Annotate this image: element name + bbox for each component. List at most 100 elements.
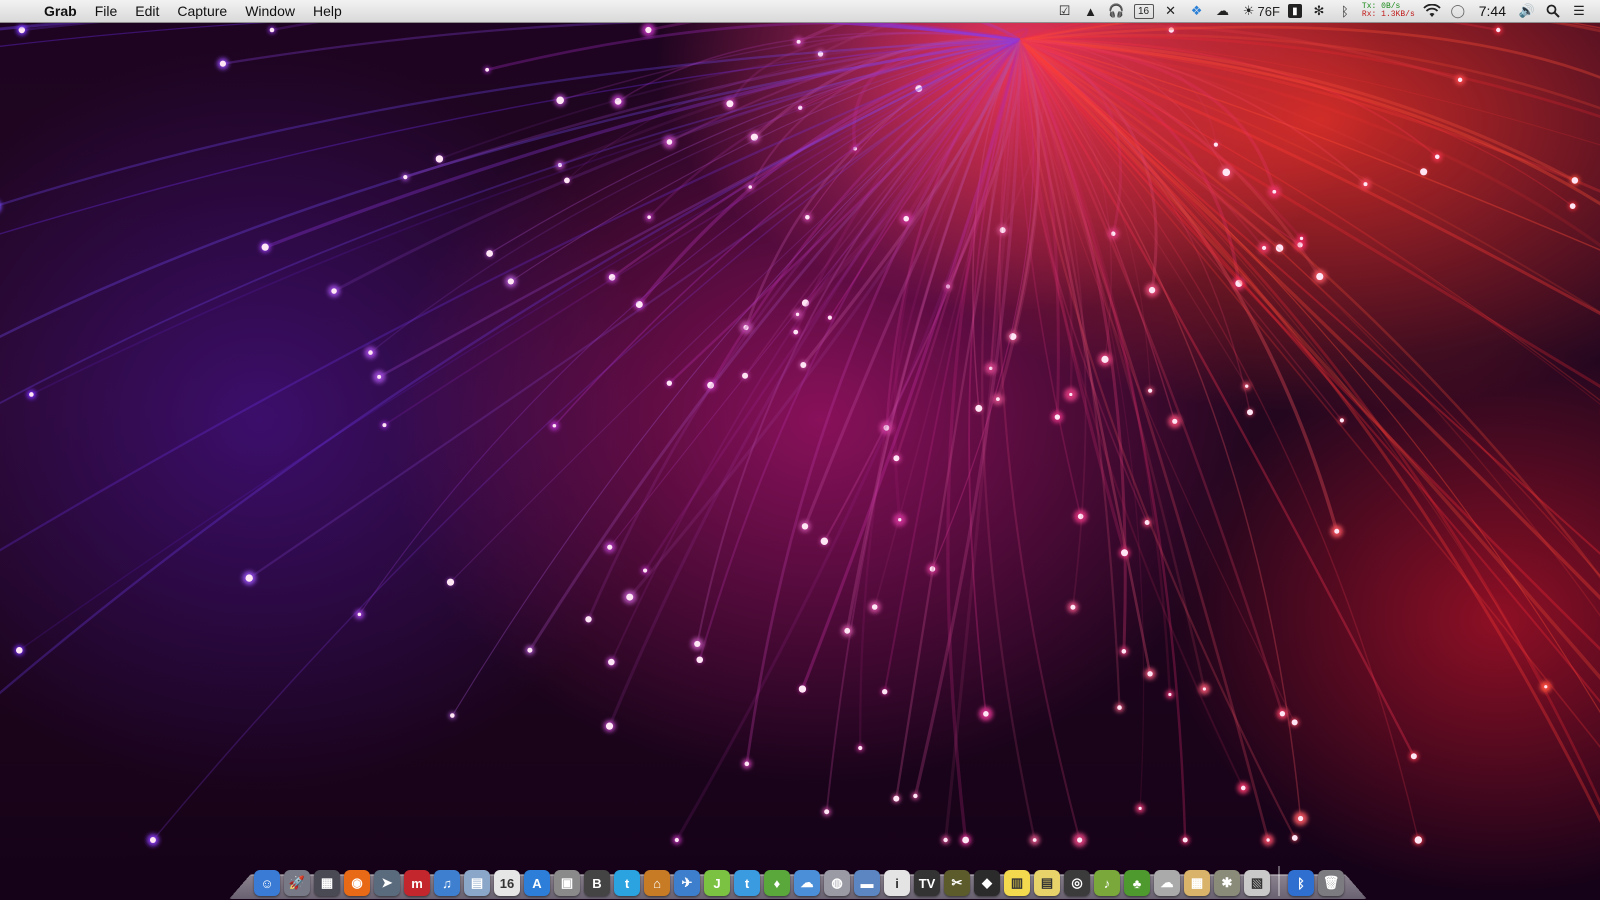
fiber-tip — [368, 350, 373, 355]
fiber-tip — [261, 243, 269, 251]
dock-items: ☺ 🚀 ▦ ◉ ➤ m ♫ ▤ 16 A ▣ Bt ⌂ ✈ Jt ♦ ☁ ◍ ▬ i TV ✂ ◆ ▥ ▤ ◎ ♪ ♣ ☁ ▦ ✱ ▧ ᛒ 🗑 — [252, 862, 1346, 896]
dock-item-stickies[interactable]: ▥ — [1004, 870, 1030, 896]
dock-item-mendeley[interactable]: m — [404, 870, 430, 896]
dock-item-bluetooth-file-exchange[interactable]: ᛒ — [1288, 870, 1314, 896]
dock-item-mission-control[interactable]: ▦ — [314, 870, 340, 896]
preview-icon: ▤ — [470, 875, 484, 890]
cloud-icon[interactable]: ☁ — [1214, 3, 1232, 19]
dock-item-flux-app[interactable]: ◆ — [974, 870, 1000, 896]
fiber-tip — [975, 404, 983, 412]
volume-icon[interactable]: 🔊 — [1518, 3, 1536, 19]
dock-item-tv-app[interactable]: TV — [914, 870, 940, 896]
dock-item-utility-app[interactable]: ✱ — [1214, 870, 1240, 896]
menu-edit[interactable]: Edit — [126, 0, 168, 22]
menu-bar-clock[interactable]: 7:44 — [1479, 3, 1506, 19]
dock-item-sparrow[interactable]: ➤ — [374, 870, 400, 896]
dock-item-itunes[interactable]: ♫ — [434, 870, 460, 896]
dock-item-trash[interactable]: 🗑 — [1318, 870, 1344, 896]
dock-item-notes[interactable]: ▤ — [1034, 870, 1060, 896]
fiber-tip — [331, 288, 337, 294]
dock-item-finder[interactable]: ☺ — [254, 870, 280, 896]
fiber-tip — [435, 155, 444, 163]
dock-item-twitter[interactable]: t — [614, 870, 640, 896]
dock-item-network-utility[interactable]: ◍ — [824, 870, 850, 896]
dropbox-icon[interactable]: ❖ — [1188, 3, 1206, 19]
spotlight-search-icon[interactable] — [1544, 3, 1562, 19]
notification-center-icon[interactable]: ☰ — [1570, 3, 1588, 19]
fiber-tip — [1148, 286, 1156, 294]
network-utility-icon: ◍ — [831, 875, 843, 890]
dock-item-disk-utility[interactable]: ▬ — [854, 870, 880, 896]
chat-bubble-icon[interactable]: ◯ — [1449, 3, 1467, 19]
dock-item-tweetbot[interactable]: t — [734, 870, 760, 896]
fiber-tip — [527, 647, 533, 653]
guitar-app-icon: ♪ — [1103, 875, 1111, 891]
dock-item-home-app[interactable]: ⌂ — [644, 870, 670, 896]
fiber-tip — [742, 372, 749, 379]
fiber-tip — [1070, 604, 1076, 610]
evernote-clip-icon[interactable]: ▮ — [1287, 4, 1302, 18]
fiber-tip — [1246, 409, 1253, 416]
dock-item-calculator[interactable]: ▦ — [1184, 870, 1210, 896]
menu-bar-left: Grab File Edit Capture Window Help — [0, 0, 351, 22]
image-capture-icon: ▣ — [560, 875, 574, 890]
fiber-tip — [805, 214, 810, 220]
network-monitor[interactable]: Tx: 0B/s Rx: 1.3KB/s — [1362, 3, 1415, 19]
dock-item-xcode-tools[interactable]: ✈ — [674, 870, 700, 896]
fiber-tip — [943, 837, 948, 843]
bluetooth-icon[interactable]: ᛒ — [1336, 3, 1354, 19]
itunes-icon: ♫ — [442, 875, 452, 891]
dock-item-jumpcut[interactable]: J — [704, 870, 730, 896]
dock-separator — [1278, 866, 1280, 896]
fiber-tip — [1032, 838, 1037, 842]
scissors-app-icon: ✂ — [951, 875, 963, 890]
dock-item-bbedit[interactable]: B — [584, 870, 610, 896]
dock-item-tree-app[interactable]: ♣ — [1124, 870, 1150, 896]
wifi-icon[interactable] — [1423, 3, 1441, 19]
xcode-tools-icon: ✈ — [681, 875, 693, 890]
fiber-tip — [29, 392, 34, 397]
fiber-tip — [1222, 168, 1231, 177]
menu-capture[interactable]: Capture — [168, 0, 236, 22]
menu-file[interactable]: File — [86, 0, 127, 22]
fiber-tip — [1168, 692, 1172, 697]
evernote-icon: ♦ — [773, 875, 781, 891]
dock-item-image-capture[interactable]: ▣ — [554, 870, 580, 896]
dock-item-chrome[interactable]: ◎ — [1064, 870, 1090, 896]
fiber-tip — [1339, 418, 1344, 423]
fiber-tip — [1272, 189, 1277, 194]
fiber-tip — [382, 423, 387, 428]
dock-item-text-edit[interactable]: i — [884, 870, 910, 896]
dock-item-evernote[interactable]: ♦ — [764, 870, 790, 896]
calendar-icon[interactable]: 16 — [1133, 3, 1154, 19]
fiber-tip — [1410, 753, 1417, 760]
dock-item-guitar-app[interactable]: ♪ — [1094, 870, 1120, 896]
fiber-tip — [564, 177, 570, 184]
dock-item-preview[interactable]: ▤ — [464, 870, 490, 896]
headphones-icon[interactable]: 🎧 — [1108, 3, 1126, 19]
dock-item-cloud-app[interactable]: ☁ — [1154, 870, 1180, 896]
fiber-tip — [674, 837, 679, 843]
dock-item-photos-app[interactable]: ▧ — [1244, 870, 1270, 896]
xscope-icon[interactable]: ✻ — [1310, 3, 1328, 19]
menu-window[interactable]: Window — [236, 0, 304, 22]
dock-item-ical[interactable]: 16 — [494, 870, 520, 896]
weather-sun-icon[interactable]: ☀ — [1240, 3, 1258, 19]
dock-item-firefox[interactable]: ◉ — [344, 870, 370, 896]
weather-temperature[interactable]: 76F — [1258, 4, 1280, 19]
fiber-tip — [893, 795, 900, 802]
fiber-tip — [858, 745, 863, 751]
fiber-tip — [793, 329, 799, 335]
menu-help[interactable]: Help — [304, 0, 351, 22]
dock-item-scissors-app[interactable]: ✂ — [944, 870, 970, 896]
fiber-tip — [1297, 815, 1304, 822]
app-menu-grab[interactable]: Grab — [40, 0, 86, 22]
dock-item-launchpad[interactable]: 🚀 — [284, 870, 310, 896]
fiber-tip — [552, 423, 557, 428]
google-drive-icon[interactable]: ▲ — [1082, 3, 1100, 19]
crossover-icon[interactable]: ✕ — [1162, 3, 1180, 19]
fiber-tip — [450, 713, 455, 718]
dock-item-mindnode[interactable]: ☁ — [794, 870, 820, 896]
checkbox-icon[interactable]: ☑ — [1056, 3, 1074, 19]
dock-item-app-store[interactable]: A — [524, 870, 550, 896]
